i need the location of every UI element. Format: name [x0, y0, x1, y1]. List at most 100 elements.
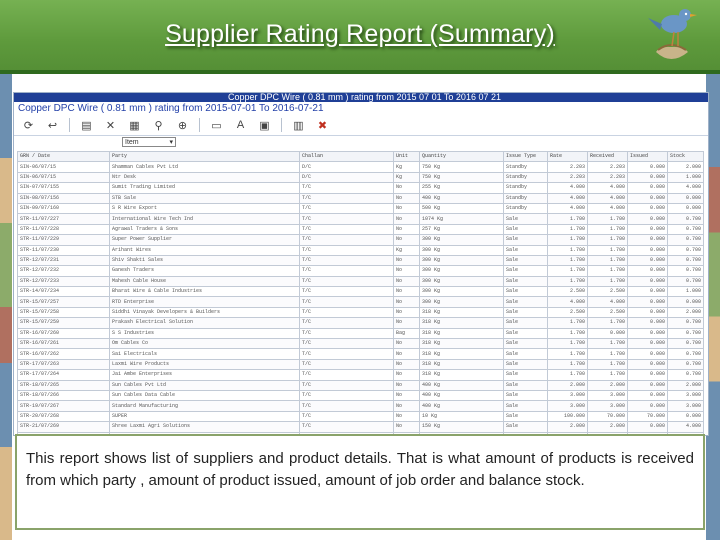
table-row[interactable]: STR-18/07/265 Sun Cables Pvt Ltd T/C No 400 … [17, 379, 704, 392]
table-cell: SIN-06/07/15 [17, 161, 110, 173]
table-row[interactable]: STR-16/07/262 Sai Electricals T/C No 318 Kg S… [17, 348, 704, 360]
table-row[interactable]: STR-11/07/230 Arihant Wires T/C Kg 300 Kg Sal… [17, 244, 704, 256]
table-row[interactable]: STR-15/07/257 RTD Enterprise T/C No 300 Kg Sa… [17, 296, 704, 308]
column-header[interactable]: Stock [667, 150, 704, 163]
table-row[interactable]: STR-15/07/259 Prakash Electrical Solution… [17, 317, 704, 329]
table-cell: STR-19/07/267 [17, 400, 110, 412]
table-cell: No [393, 286, 420, 298]
table-cell: Sale [503, 317, 548, 329]
table-row[interactable]: SIN-09/07/160 S R Wire Export T/C No 500 Kg S… [17, 202, 704, 215]
table-row[interactable]: STR-17/07/264 Jai Ambe Enterprises T/C No 31… [17, 369, 704, 381]
table-cell: STR-16/07/260 [17, 327, 110, 340]
table-row[interactable]: STR-20/07/268 SUPER T/C No 10 Kg Sale 100.000 7… [17, 410, 704, 423]
column-header[interactable]: Party [109, 150, 300, 163]
text-icon[interactable]: A [230, 116, 251, 134]
table-cell: 1.700 [547, 265, 588, 277]
close-report-icon[interactable]: ✖ [312, 116, 333, 134]
table-cell: Sale [503, 369, 548, 381]
column-header[interactable]: Rate [547, 150, 588, 163]
table-cell: 1.000 [667, 286, 704, 298]
table-cell: 1.700 [547, 275, 588, 288]
table-cell: 1.700 [547, 223, 588, 236]
table-row[interactable]: STR-16/07/261 Om Cables Co T/C No 318 Kg Sale… [17, 338, 704, 350]
table-cell: T/C [299, 348, 394, 360]
zoom-icon[interactable]: ⊕ [172, 116, 193, 134]
table-cell: 0.700 [667, 223, 704, 236]
page-setup-icon[interactable]: ▭ [206, 116, 227, 134]
table-row[interactable]: STR-12/07/232 Ganesh Traders T/C No 300 Kg Sa… [17, 265, 704, 277]
table-row[interactable]: STR-17/07/263 Laxmi Wire Products T/C No 318… [17, 358, 704, 371]
table-cell: Sale [503, 410, 548, 423]
table-cell: 0.700 [667, 348, 704, 360]
table-cell: T/C [299, 369, 394, 381]
table-row[interactable]: SIN-06/07/15 Ntr Desk D/C Kg 750 Kg Standby 2.… [17, 171, 704, 184]
table-row[interactable]: STR-11/07/229 Super Power Supplier T/C No 30… [17, 234, 704, 246]
column-header[interactable]: Issue Type [503, 150, 548, 163]
item-filter-select[interactable]: Item ▾ [122, 137, 176, 147]
table-cell: 2.500 [587, 286, 628, 298]
table-cell: 0.700 [667, 369, 704, 381]
image-icon[interactable]: ▣ [254, 116, 275, 134]
column-header[interactable]: Challan [299, 150, 394, 163]
table-cell: Sale [503, 223, 548, 236]
table-row[interactable]: STR-14/07/234 Bharat Wire & Cable Industr… [17, 286, 704, 298]
table-cell: SIN-07/07/155 [17, 182, 110, 194]
table-row[interactable]: SIN-06/07/15 Shamman Cables Pvt Ltd D/C Kg 7… [17, 161, 704, 173]
excel-icon[interactable]: ▦ [124, 116, 145, 134]
table-cell: 70.000 [587, 410, 628, 423]
export-icon[interactable]: ✕ [100, 116, 121, 134]
table-row[interactable]: STR-21/07/269 Shree Laxmi Agri Solutions T… [17, 421, 704, 433]
table-cell: 0.000 [627, 265, 668, 277]
table-cell: 750 Kg [419, 161, 504, 173]
table-cell: 1.700 [547, 317, 588, 329]
table-cell: STR-16/07/262 [17, 348, 110, 360]
column-header[interactable]: Unit [393, 150, 420, 163]
table-cell: No [393, 265, 420, 277]
table-row[interactable]: STR-11/07/227 International Wire Tech Ind… [17, 213, 704, 225]
table-cell: 400 Kg [419, 192, 504, 204]
table-cell: Siddhi Vinayak Developers & Builders [109, 306, 300, 319]
table-cell: 2.203 [547, 161, 588, 173]
refresh-icon[interactable]: ⟳ [18, 116, 39, 134]
layout-icon[interactable]: ▥ [288, 116, 309, 134]
table-cell: 1.700 [587, 244, 628, 256]
table-cell: No [393, 400, 420, 412]
print-icon[interactable]: ▤ [76, 116, 97, 134]
table-row[interactable]: STR-12/07/233 Mahesh Cable House T/C No 300 … [17, 275, 704, 288]
table-cell: Sale [503, 421, 548, 433]
table-cell: Arihant Wires [109, 244, 300, 256]
table-cell: Sale [503, 275, 548, 288]
table-row[interactable]: SIN-08/07/156 STB Sale T/C No 400 Kg Standby 4… [17, 192, 704, 204]
table-cell: Standby [503, 202, 548, 215]
table-row[interactable]: STR-15/07/258 Siddhi Vinayak Developers &… [17, 306, 704, 319]
table-row[interactable]: STR-16/07/260 S S Industries T/C Bag 318 Kg S… [17, 327, 704, 340]
table-cell: 0.000 [627, 348, 668, 360]
table-cell: Kg [393, 244, 420, 256]
column-header[interactable]: Issued [627, 150, 668, 163]
table-cell: No [393, 389, 420, 402]
table-cell: No [393, 192, 420, 204]
table-row[interactable]: STR-11/07/228 Agrawal Traders & Sons T/C No… [17, 223, 704, 236]
toolbar-divider [69, 118, 70, 132]
item-filter-value: Item [125, 138, 139, 146]
table-cell: 1.700 [547, 254, 588, 267]
table-row[interactable]: SIN-07/07/155 Sumit Trading Limited T/C No 2… [17, 182, 704, 194]
table-cell: 0.000 [627, 161, 668, 173]
table-cell: 0.000 [627, 400, 668, 412]
find-icon[interactable]: ⚲ [148, 116, 169, 134]
table-row[interactable]: STR-19/07/267 Standard Manufacturing T/C No… [17, 400, 704, 412]
table-cell: Standby [503, 182, 548, 194]
table-cell: S R Wire Export [109, 202, 300, 215]
table-row[interactable]: STR-12/07/231 Shiv Shakti Sales T/C No 300 K… [17, 254, 704, 267]
table-cell: STR-12/07/233 [17, 275, 110, 288]
table-cell: Sale [503, 348, 548, 360]
table-row[interactable]: STR-18/07/266 Sun Cables Data Cable T/C No 4… [17, 389, 704, 402]
table-cell: S S Industries [109, 327, 300, 340]
column-header[interactable]: GRN / Date [17, 150, 110, 163]
column-header[interactable]: Received [587, 150, 628, 163]
table-cell: 3.000 [667, 400, 704, 412]
column-header[interactable]: Quantity [419, 150, 504, 163]
back-icon[interactable]: ↩ [42, 116, 63, 134]
table-cell: STR-18/07/265 [17, 379, 110, 392]
table-cell: 318 Kg [419, 338, 504, 350]
